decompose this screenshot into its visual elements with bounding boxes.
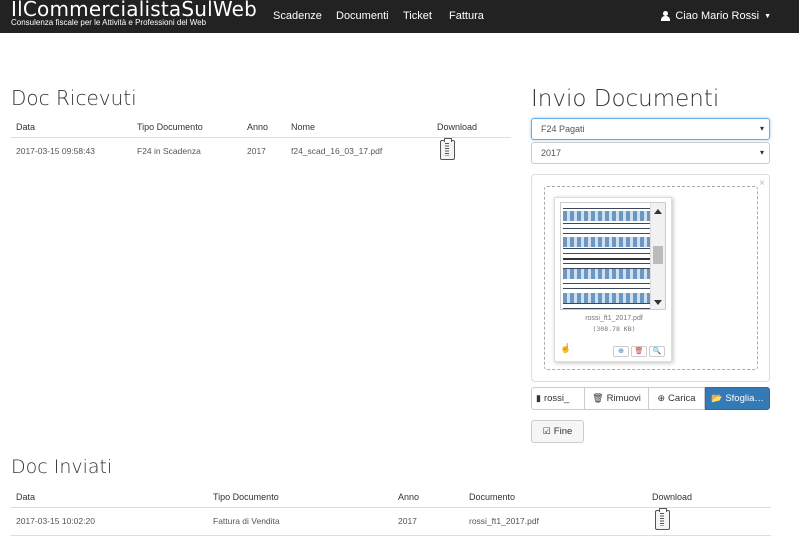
file-icon: ▮: [536, 393, 541, 403]
trash-icon: 🗑: [592, 393, 604, 403]
scroll-thumb[interactable]: [653, 246, 663, 264]
file-caption-text: rossi_: [543, 393, 570, 404]
nav-documenti[interactable]: Documenti: [336, 10, 389, 22]
col-nome: Nome: [291, 117, 437, 138]
cell-download: [652, 507, 771, 536]
section-title-ricevuti: Doc Ricevuti: [11, 86, 137, 110]
chevron-down-icon: ▾: [759, 148, 764, 157]
clipboard-download-icon[interactable]: [440, 138, 455, 161]
file-preview-card: rossi_ft1_2017.pdf (308.78 KB) ☝ ⊕ 🗑 🔍: [554, 197, 672, 362]
sfoglia-label: Sfoglia…: [725, 393, 764, 404]
rimuovi-label: Rimuovi: [606, 393, 641, 404]
scroll-down-icon[interactable]: [654, 300, 662, 305]
table-ricevuti: Data Tipo Documento Anno Nome Download 2…: [11, 117, 511, 165]
brand-logo[interactable]: IlCommercialistaSulWeb Consulenza fiscal…: [11, 0, 257, 28]
col-data: Data: [11, 487, 213, 508]
carica-label: Carica: [668, 393, 696, 404]
cell-anno: 2017: [398, 507, 469, 536]
tipo-documento-select[interactable]: F24 Pagati ▾: [531, 118, 770, 140]
col-download: Download: [437, 117, 511, 138]
col-data: Data: [11, 117, 137, 138]
table-inviati: Data Tipo Documento Anno Documento Downl…: [11, 487, 771, 536]
pdf-band: [563, 269, 651, 279]
table-header: Data Tipo Documento Anno Documento Downl…: [11, 487, 771, 508]
section-title-inviati: Doc Inviati: [11, 456, 113, 478]
sfoglia-button[interactable]: 📂 Sfoglia…: [705, 387, 770, 410]
section-title-invio: Invio Documenti: [531, 86, 720, 112]
cell-data: 2017-03-15 10:02:20: [11, 507, 213, 536]
nav-fattura[interactable]: Fattura: [449, 10, 484, 22]
upload-box: × rossi_ft1_2017.pdf (308.78 KB) ☝ ⊕ 🗑 🔍: [531, 174, 770, 382]
cell-documento: rossi_ft1_2017.pdf: [469, 507, 652, 536]
nav-ticket[interactable]: Ticket: [403, 10, 432, 22]
user-menu[interactable]: Ciao Mario Rossi ▼: [661, 10, 771, 22]
cell-nome: f24_scad_16_03_17.pdf: [291, 146, 383, 157]
cell-anno: 2017: [247, 146, 266, 157]
fine-button[interactable]: ☑ Fine: [531, 420, 584, 443]
pdf-divider: [563, 258, 651, 260]
file-input-group: ▮ rossi_ 🗑 Rimuovi ⊕ Carica 📂 Sfoglia…: [531, 387, 770, 410]
file-actions: ⊕ 🗑 🔍: [613, 346, 665, 357]
user-greeting: Ciao Mario Rossi: [675, 10, 760, 22]
zoom-file-button[interactable]: 🔍: [649, 346, 665, 357]
remove-file-button[interactable]: 🗑: [631, 346, 647, 357]
drag-hand-icon[interactable]: ☝: [560, 343, 571, 354]
table-row: 2017-03-15 09:58:43 F24 in Scadenza 2017…: [11, 137, 511, 165]
rimuovi-button[interactable]: 🗑 Rimuovi: [585, 387, 649, 410]
user-icon: [661, 11, 671, 21]
upload-file-button[interactable]: ⊕: [613, 346, 629, 357]
pdf-band: [563, 237, 651, 247]
upload-icon: ⊕: [657, 393, 666, 403]
table-header: Data Tipo Documento Anno Nome Download: [11, 117, 511, 138]
carica-button[interactable]: ⊕ Carica: [649, 387, 705, 410]
file-name: rossi_ft1_2017.pdf: [585, 315, 643, 322]
file-size: (308.78 KB): [592, 325, 636, 333]
cell-download: [437, 137, 511, 165]
chevron-down-icon: ▾: [759, 124, 764, 133]
col-documento: Documento: [469, 487, 652, 508]
check-square-icon: ☑: [542, 426, 551, 436]
navbar: IlCommercialistaSulWeb Consulenza fiscal…: [0, 0, 799, 33]
fine-label: Fine: [553, 426, 573, 437]
pdf-band: [563, 293, 651, 303]
col-anno: Anno: [247, 117, 291, 138]
clipboard-download-icon[interactable]: [655, 508, 670, 530]
cell-data: 2017-03-15 09:58:43: [16, 146, 95, 157]
dropzone[interactable]: rossi_ft1_2017.pdf (308.78 KB) ☝ ⊕ 🗑 🔍: [544, 186, 758, 370]
tipo-selected-value: F24 Pagati: [541, 124, 585, 134]
col-tipo: Tipo Documento: [137, 117, 247, 138]
preview-scrollbar[interactable]: [650, 203, 665, 309]
anno-selected-value: 2017: [541, 148, 562, 158]
pdf-band: [563, 211, 651, 221]
folder-open-icon: 📂: [711, 393, 723, 403]
col-anno: Anno: [398, 487, 469, 508]
nav-scadenze[interactable]: Scadenze: [273, 10, 322, 22]
file-caption[interactable]: ▮ rossi_: [531, 387, 585, 410]
col-download: Download: [652, 487, 771, 508]
cell-tipo: F24 in Scadenza: [137, 146, 201, 157]
cell-tipo: Fattura di Vendita: [213, 507, 398, 536]
pdf-preview[interactable]: [560, 202, 666, 310]
col-tipo: Tipo Documento: [213, 487, 398, 508]
scroll-up-icon[interactable]: [654, 209, 662, 214]
close-icon[interactable]: ×: [759, 178, 765, 189]
anno-select[interactable]: 2017 ▾: [531, 142, 770, 164]
caret-down-icon: ▼: [764, 12, 771, 20]
table-row: 2017-03-15 10:02:20 Fattura di Vendita 2…: [11, 507, 771, 536]
